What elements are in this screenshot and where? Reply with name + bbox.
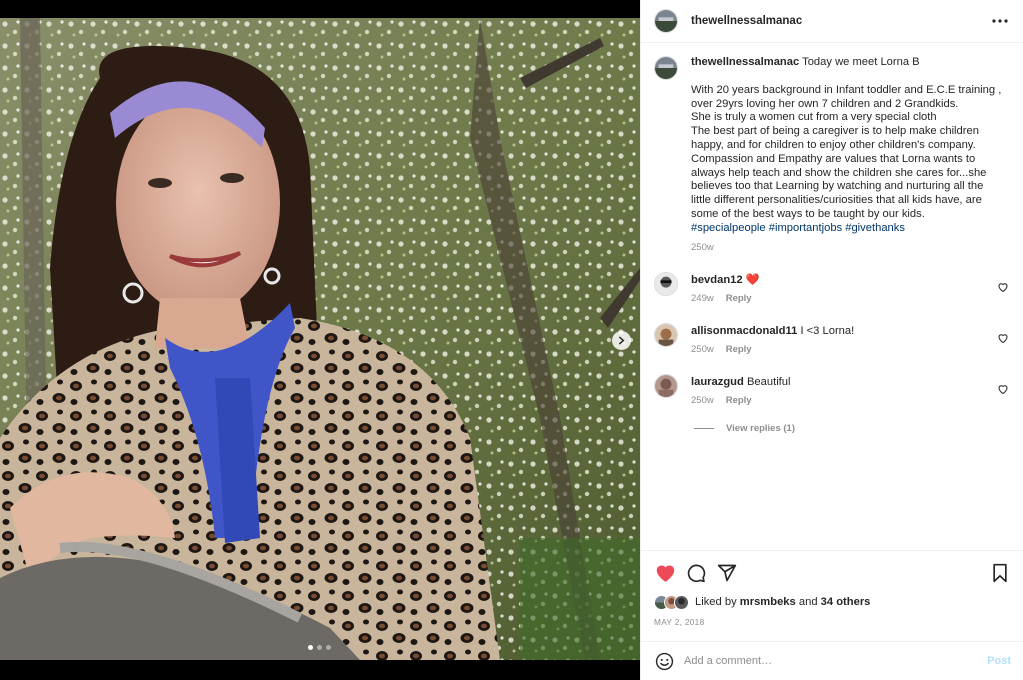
comment-item: bevdan12 ❤️ 249w Reply xyxy=(654,272,1011,323)
caption-line: happy, and for children to enjoy other c… xyxy=(691,138,976,151)
like-button[interactable] xyxy=(654,562,676,584)
comment-time[interactable]: 249w xyxy=(691,292,714,306)
commenter-avatar[interactable] xyxy=(654,323,678,348)
likes-summary: Liked by mrsmbeks and 34 others xyxy=(654,593,1011,611)
paper-plane-icon xyxy=(717,564,737,582)
liked-by-others[interactable]: 34 others xyxy=(821,596,871,608)
save-button[interactable] xyxy=(989,562,1011,584)
like-comment-heart-icon[interactable] xyxy=(997,383,1009,395)
caption: thewellnessalmanac Today we meet Lorna B… xyxy=(654,56,1011,254)
liker-avatars xyxy=(654,594,689,610)
post-actions: Liked by mrsmbeks and 34 others MAY 2, 2… xyxy=(641,550,1023,627)
emoji-button[interactable] xyxy=(654,651,674,671)
heart-emoji: ❤️ xyxy=(745,274,760,287)
chevron-right-icon xyxy=(618,336,625,345)
carousel-dot xyxy=(326,645,331,650)
comment-item: allisonmacdonald11 I <3 Lorna! 250w Repl… xyxy=(654,323,1011,374)
more-options-button[interactable] xyxy=(990,11,1010,31)
share-button[interactable] xyxy=(716,562,738,584)
caption-text: thewellnessalmanac Today we meet Lorna B… xyxy=(691,56,1002,255)
comment-text: I <3 Lorna! xyxy=(800,325,855,338)
bookmark-icon xyxy=(993,563,1007,583)
commenter-avatar[interactable] xyxy=(654,374,678,399)
reply-button[interactable]: Reply xyxy=(726,343,752,357)
caption-line: always help teach and show the children … xyxy=(691,166,987,179)
comment-text: Beautiful xyxy=(746,376,791,389)
carousel-indicator xyxy=(308,645,331,650)
comment-username[interactable]: allisonmacdonald11 xyxy=(691,325,797,337)
carousel-dot xyxy=(317,645,322,650)
caption-line: over 29yrs loving her own 7 children and… xyxy=(691,97,959,110)
heart-filled-icon xyxy=(656,565,674,582)
comment-bubble-icon xyxy=(687,564,706,583)
post-photo-pane xyxy=(0,0,640,680)
reply-button[interactable]: Reply xyxy=(726,394,752,408)
liked-by-user[interactable]: mrsmbeks xyxy=(740,596,796,608)
like-comment-heart-icon[interactable] xyxy=(997,332,1009,344)
reply-button[interactable]: Reply xyxy=(726,292,752,306)
post-photo xyxy=(0,18,640,660)
caption-line: believes too that Learning by watching a… xyxy=(691,180,984,193)
caption-line: Compassion and Empathy are values that L… xyxy=(691,152,976,165)
comment-username[interactable]: bevdan12 xyxy=(691,274,743,286)
liker-avatar[interactable] xyxy=(674,594,689,610)
liked-by-text: Liked by mrsmbeks and 34 others xyxy=(695,596,870,608)
caption-line: With 20 years background in Infant toddl… xyxy=(691,83,1002,96)
smiley-icon xyxy=(655,652,673,670)
more-horizontal-icon xyxy=(992,19,1008,23)
author-username[interactable]: thewellnessalmanac xyxy=(691,15,802,27)
comments-section[interactable]: thewellnessalmanac Today we meet Lorna B… xyxy=(641,44,1023,550)
carousel-dot xyxy=(308,645,313,650)
caption-first-line: Today we meet Lorna B xyxy=(802,56,920,68)
liked-by-and: and xyxy=(795,596,821,608)
comment-body: allisonmacdonald11 I <3 Lorna! 250w Repl… xyxy=(691,323,854,374)
instagram-post-modal: thewellnessalmanac thewellnessalmanac To… xyxy=(0,0,1023,680)
comment-username[interactable]: laurazgud xyxy=(691,376,744,388)
caption-username[interactable]: thewellnessalmanac xyxy=(691,56,799,68)
like-comment-heart-icon[interactable] xyxy=(997,281,1009,293)
caption-time[interactable]: 250w xyxy=(691,241,714,255)
caption-line: She is truly a women cut from a very spe… xyxy=(691,111,937,124)
comment-body: laurazgud Beautiful 250w Reply xyxy=(691,374,791,425)
caption-line: The best part of being a caregiver is to… xyxy=(691,125,979,138)
caption-line: some of the best ways to be taught by ou… xyxy=(691,207,925,220)
add-comment-bar: Post xyxy=(641,641,1023,680)
caption-avatar[interactable] xyxy=(654,56,678,80)
comment-time[interactable]: 250w xyxy=(691,343,714,357)
carousel-next-button[interactable] xyxy=(612,331,631,350)
caption-hashtags[interactable]: #specialpeople #importantjobs #givethank… xyxy=(691,222,991,236)
post-header: thewellnessalmanac xyxy=(641,0,1023,43)
caption-line: little different personalities/curiositi… xyxy=(691,194,982,207)
comment-input[interactable] xyxy=(684,655,964,667)
post-comment-button[interactable]: Post xyxy=(987,655,1011,667)
comment-button[interactable] xyxy=(685,562,707,584)
post-date[interactable]: MAY 2, 2018 xyxy=(654,617,1011,627)
post-details-pane: thewellnessalmanac thewellnessalmanac To… xyxy=(640,0,1023,680)
author-avatar[interactable] xyxy=(654,9,678,33)
comment-item: laurazgud Beautiful 250w Reply xyxy=(654,374,1011,425)
comment-time[interactable]: 250w xyxy=(691,394,714,408)
liked-by-prefix: Liked by xyxy=(695,596,740,608)
comment-body: bevdan12 ❤️ 249w Reply xyxy=(691,272,760,323)
commenter-avatar[interactable] xyxy=(654,272,678,297)
